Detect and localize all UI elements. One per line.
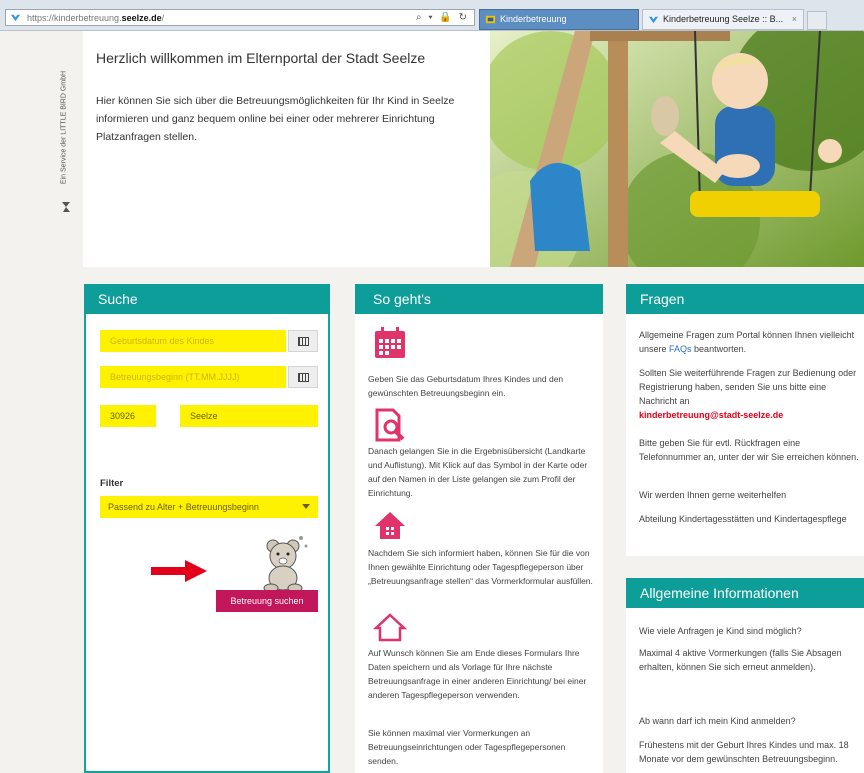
tab-kinderbetreuung[interactable]: Kinderbetreuung xyxy=(479,9,639,30)
address-controls[interactable]: ⌕ ▾ 🔒 ↻ xyxy=(416,11,469,25)
service-credit-text: Ein Service der LITTLE BIRD GmbH xyxy=(60,70,68,185)
filter-label: Filter xyxy=(100,478,124,489)
faq-link[interactable]: FAQs xyxy=(669,344,692,354)
questions-title: Fragen xyxy=(626,284,864,314)
tab-label: Kinderbetreuung Seelze :: B... xyxy=(663,14,784,24)
tab-favicon-icon xyxy=(485,15,496,24)
faq-paragraph: Allgemeine Fragen zum Portal können Ihne… xyxy=(639,330,855,354)
teddy-bear-illustration xyxy=(263,536,308,593)
tab-close-icon[interactable]: × xyxy=(792,10,797,29)
bird-logo-icon xyxy=(62,202,70,212)
phone-hint-paragraph: Bitte geben Sie für evtl. Rückfragen ein… xyxy=(639,438,859,462)
step-text: Geben Sie das Geburtsdatum Ihres Kindes … xyxy=(368,374,564,398)
new-tab-button[interactable] xyxy=(807,11,827,30)
help-paragraph: Wir werden Ihnen gerne weiterhelfen xyxy=(639,490,787,500)
tab-favicon-icon xyxy=(648,16,659,24)
step-text: Sie können maximal vier Vormerkungen an … xyxy=(368,728,566,766)
arrow-right-icon xyxy=(151,560,207,582)
birthdate-input[interactable]: Geburtsdatum des Kindes xyxy=(100,330,286,352)
info-question: Ab wann darf ich mein Kind anmelden? xyxy=(639,716,796,726)
site-favicon-icon xyxy=(10,14,21,22)
page-title: Herzlich willkommen im Elternportal der … xyxy=(96,50,426,66)
email-link[interactable]: kinderbetreuung@stadt-seelze.de xyxy=(639,410,783,420)
filter-select[interactable]: Passend zu Alter + Betreuungsbeginn xyxy=(100,496,318,518)
start-date-input[interactable]: Betreuungsbeginn (TT.MM.JJJJ) xyxy=(100,366,286,388)
department-paragraph: Abteilung Kindertagesstätten und Kindert… xyxy=(639,514,847,524)
calendar-icon xyxy=(298,373,309,382)
tab-kinderbetreuung-seelze[interactable]: Kinderbetreuung Seelze :: B... × xyxy=(642,9,804,30)
chevron-down-icon xyxy=(302,504,310,509)
plz-input[interactable]: 30926 xyxy=(100,405,156,427)
search-panel-title: Suche xyxy=(84,284,330,314)
city-input[interactable]: Seelze xyxy=(180,405,318,427)
step-text: Auf Wunsch können Sie am Ende dieses For… xyxy=(368,648,587,700)
search-panel: Suche Geburtsdatum des Kindes Betreuungs… xyxy=(84,284,330,773)
calendar-icon xyxy=(375,327,405,358)
how-it-works-panel: So geht's Geben Sie das Geburtsdatum Ihr… xyxy=(355,284,603,773)
house-outline-icon xyxy=(373,613,407,642)
general-info-title: Allgemeine Informationen xyxy=(626,578,864,608)
search-form: Geburtsdatum des Kindes Betreuungsbeginn… xyxy=(84,314,330,773)
search-document-icon xyxy=(375,408,405,442)
address-url: https://kinderbetreuung.seelze.de/ xyxy=(27,13,165,23)
service-credit: Ein Service der LITTLE BIRD GmbH xyxy=(56,36,74,226)
info-answer: Maximal 4 aktive Vormerkungen (falls Sie… xyxy=(639,648,842,672)
contact-paragraph: Sollten Sie weiterführende Fragen zur Be… xyxy=(639,368,857,420)
info-answer: Frühestens mit der Geburt Ihres Kindes u… xyxy=(639,740,849,764)
how-it-works-title: So geht's xyxy=(355,284,603,314)
general-info-panel: Allgemeine Informationen Wie viele Anfra… xyxy=(626,578,864,773)
tab-label: Kinderbetreuung xyxy=(500,14,567,24)
questions-panel: Fragen Allgemeine Fragen zum Portal könn… xyxy=(626,284,864,556)
step-text: Danach gelangen Sie in die Ergebnisübers… xyxy=(368,446,588,498)
house-icon xyxy=(375,512,405,539)
step-text: Nachdem Sie sich informiert haben, könne… xyxy=(368,548,593,586)
filter-select-value: Passend zu Alter + Betreuungsbeginn xyxy=(108,502,259,512)
birthdate-calendar-button[interactable] xyxy=(288,330,318,352)
search-button[interactable]: Betreuung suchen xyxy=(216,590,318,612)
address-bar[interactable]: https://kinderbetreuung.seelze.de/ ⌕ ▾ 🔒… xyxy=(5,9,475,26)
calendar-icon xyxy=(298,337,309,346)
start-date-calendar-button[interactable] xyxy=(288,366,318,388)
info-question: Wie viele Anfragen je Kind sind möglich? xyxy=(639,626,802,636)
child-on-swing-photo xyxy=(490,31,864,267)
intro-text: Hier können Sie sich über die Betreuungs… xyxy=(96,95,455,143)
